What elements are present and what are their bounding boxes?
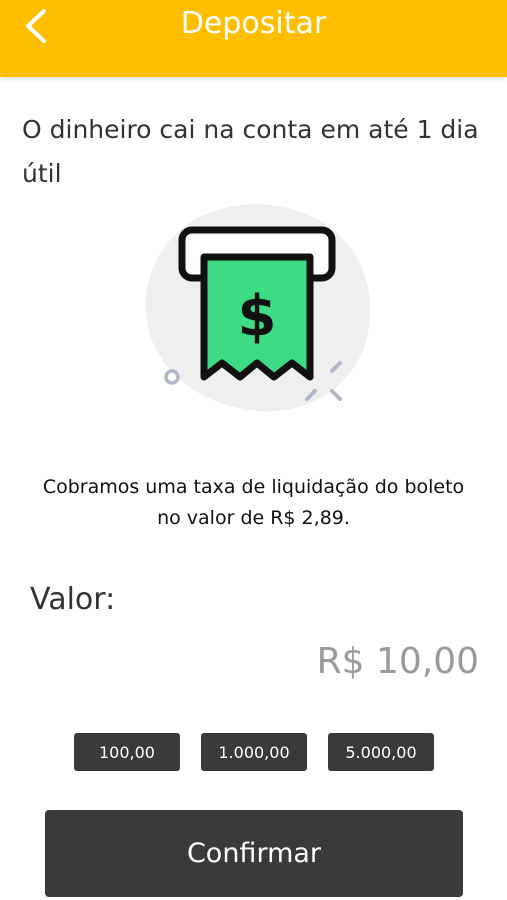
fee-note: Cobramos uma taxa de liquidação do bolet… (42, 476, 465, 529)
decor-circle (164, 369, 180, 385)
page-title: Depositar (180, 6, 327, 41)
amount-input[interactable]: R$ 10,00 (179, 636, 479, 688)
app-header: Depositar (0, 0, 507, 77)
deposit-screen: Depositar O dinheiro cai na conta em até… (0, 0, 507, 900)
quick-amount-5000-button[interactable]: 5.000,00 (328, 733, 434, 771)
quick-amount-1000-button[interactable]: 1.000,00 (201, 733, 307, 771)
quick-amount-100-button[interactable]: 100,00 (74, 733, 180, 771)
confirm-button[interactable]: Confirmar (45, 810, 463, 897)
boleto-receipt-icon: $ (142, 195, 382, 415)
amount-label: Valor: (30, 582, 116, 617)
dollar-icon: $ (238, 284, 277, 349)
deposit-headline: O dinheiro cai na conta em até 1 dia úti… (22, 115, 479, 188)
